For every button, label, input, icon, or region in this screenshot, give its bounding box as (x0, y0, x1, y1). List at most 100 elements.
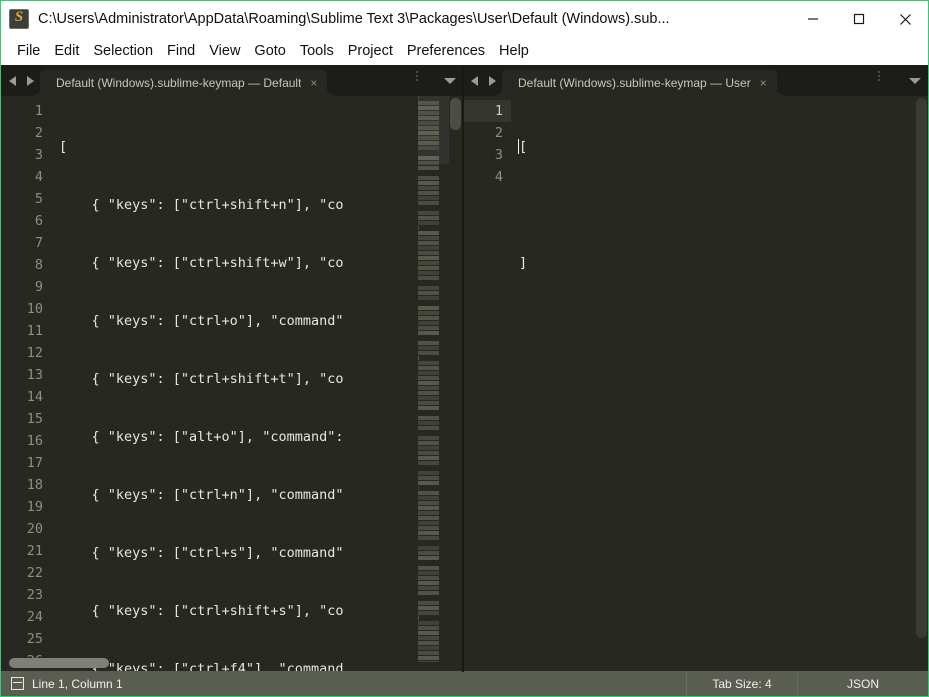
code-line: { "keys": ["ctrl+shift+s"], "co (59, 603, 344, 619)
minimap-line (418, 636, 439, 640)
minimap-line (418, 521, 439, 525)
minimap-line (418, 376, 439, 380)
menu-item-goto[interactable]: Goto (247, 40, 292, 62)
menu-item-preferences[interactable]: Preferences (400, 40, 492, 62)
sublime-text-icon (9, 8, 29, 29)
minimap-line (418, 581, 439, 585)
minimap-line (418, 236, 439, 240)
minimap-line (418, 326, 439, 330)
line-number: 4 (34, 169, 43, 185)
horizontal-scrollbar-left[interactable] (9, 658, 109, 668)
tab-default-windows-keymap-user[interactable]: Default (Windows).sublime-keymap — User … (495, 70, 784, 96)
minimap-line (418, 306, 439, 310)
menu-item-help[interactable]: Help (492, 40, 536, 62)
minimap-line (418, 256, 439, 260)
tab-strip-left: Default (Windows).sublime-keymap — Defau… (1, 65, 463, 96)
minimap-viewport[interactable] (418, 96, 449, 164)
tab-close-icon[interactable]: × (310, 77, 317, 89)
window-controls (790, 1, 928, 37)
tab-prev-icon[interactable] (7, 74, 19, 88)
line-number: 11 (26, 323, 43, 339)
menu-item-tools[interactable]: Tools (293, 40, 341, 62)
line-number: 2 (34, 125, 43, 141)
code-line: { "keys": ["alt+o"], "command": (59, 429, 344, 445)
menu-item-view[interactable]: View (202, 40, 247, 62)
line-number: 12 (26, 345, 43, 361)
minimap-drag-handle-icon[interactable] (415, 69, 419, 83)
minimap-line (418, 631, 439, 635)
minimap-line (418, 176, 439, 180)
line-number: 2 (494, 125, 503, 141)
minimap-line (418, 316, 439, 320)
minimap-line (418, 241, 439, 245)
maximize-icon[interactable] (836, 1, 882, 37)
tab-overflow-chevron-down-icon[interactable] (902, 65, 928, 96)
minimap-left[interactable] (418, 96, 449, 662)
line-number-active: 1 (463, 100, 511, 122)
minimap-line (418, 386, 439, 390)
minimize-icon[interactable] (790, 1, 836, 37)
sidebar-toggle-icon[interactable] (11, 677, 24, 690)
menu-item-project[interactable]: Project (341, 40, 400, 62)
minimap-line (418, 511, 439, 515)
pane-divider[interactable] (462, 65, 464, 672)
line-number: 14 (26, 389, 43, 405)
code-text-right[interactable]: [ ] (518, 96, 928, 672)
minimap-drag-handle-icon[interactable] (877, 69, 881, 83)
tab-next-icon[interactable] (486, 74, 498, 88)
menu-item-file[interactable]: File (10, 40, 47, 62)
code-text-left[interactable]: [ { "keys": ["ctrl+shift+n"], "co { "key… (59, 96, 463, 672)
code-view-right[interactable]: 1 2 3 4 [ ] (463, 96, 928, 672)
menu-item-selection[interactable]: Selection (86, 40, 160, 62)
vertical-scrollbar-left[interactable] (450, 98, 461, 130)
status-cursor-group: Line 1, Column 1 (1, 677, 686, 691)
window-title: C:\Users\Administrator\AppData\Roaming\S… (38, 11, 670, 27)
line-number: 4 (494, 169, 503, 185)
close-icon[interactable] (882, 1, 928, 37)
vertical-scrollbar-right[interactable] (916, 98, 927, 638)
tab-overflow-chevron-down-icon[interactable] (437, 65, 463, 96)
tab-prev-icon[interactable] (469, 74, 481, 88)
editor-pane-left: Default (Windows).sublime-keymap — Defau… (1, 65, 463, 672)
tab-next-icon[interactable] (24, 74, 36, 88)
minimap-line (418, 546, 439, 550)
minimap-line (418, 491, 439, 495)
minimap-line (418, 621, 439, 625)
minimap-line (418, 291, 439, 295)
code-line: ] (519, 255, 528, 271)
tab-default-windows-keymap-default[interactable]: Default (Windows).sublime-keymap — Defau… (32, 70, 335, 96)
minimap-line (418, 346, 439, 350)
gutter-left: 1 2 3 4 5 6 7 8 9 10 11 12 13 14 15 16 1 (1, 96, 51, 672)
status-syntax[interactable]: JSON (797, 672, 928, 695)
minimap-line (418, 216, 439, 220)
line-number: 23 (26, 587, 43, 603)
code-view-left[interactable]: 1 2 3 4 5 6 7 8 9 10 11 12 13 14 15 16 1 (1, 96, 463, 672)
code-line: { "keys": ["ctrl+shift+n"], "co (59, 197, 344, 213)
line-number: 18 (26, 477, 43, 493)
minimap-line (418, 556, 439, 560)
minimap-line (418, 271, 439, 275)
line-number: 9 (34, 279, 43, 295)
minimap-line (418, 531, 439, 535)
minimap-line (418, 331, 439, 335)
minimap-line (418, 191, 439, 195)
code-line: { "keys": ["ctrl+o"], "command" (59, 313, 344, 329)
minimap-line (418, 446, 439, 450)
line-number: 25 (26, 631, 43, 647)
minimap-line (418, 221, 439, 225)
status-bar: Line 1, Column 1 Tab Size: 4 JSON (1, 671, 928, 696)
menu-item-edit[interactable]: Edit (47, 40, 86, 62)
code-line: { "keys": ["ctrl+f4"], "command (59, 661, 344, 672)
minimap-line (418, 441, 439, 445)
minimap-line (418, 566, 439, 570)
tab-label: Default (Windows).sublime-keymap — Defau… (56, 76, 302, 90)
tab-close-icon[interactable]: × (760, 77, 767, 89)
status-tab-size[interactable]: Tab Size: 4 (686, 672, 797, 695)
menu-item-find[interactable]: Find (160, 40, 202, 62)
minimap-line (418, 476, 439, 480)
minimap-line (418, 606, 439, 610)
menu-bar: File Edit Selection Find View Goto Tools… (1, 37, 928, 65)
minimap-line (418, 451, 439, 455)
